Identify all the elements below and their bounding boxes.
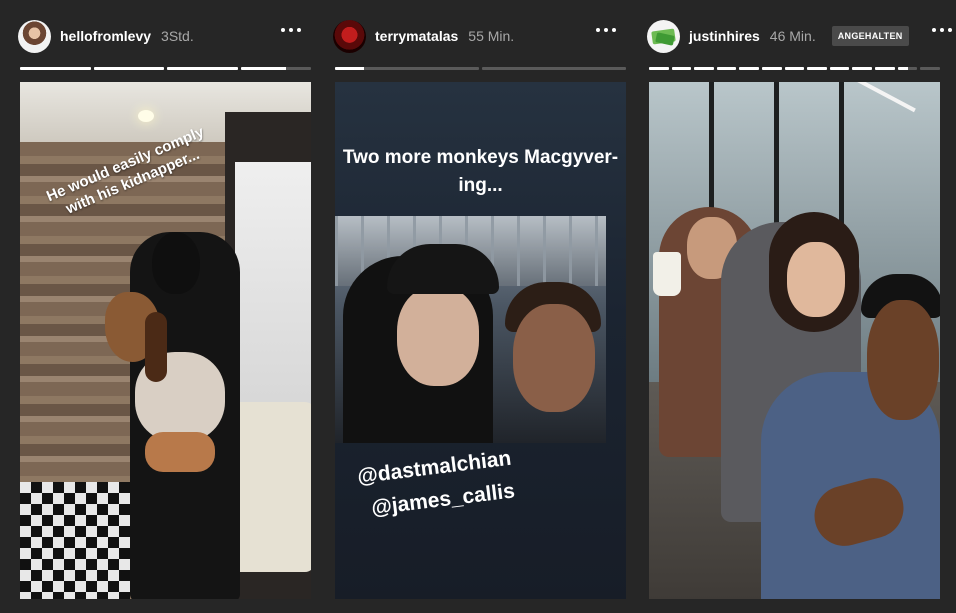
story-progress bbox=[335, 67, 626, 70]
progress-segment bbox=[240, 67, 311, 70]
progress-segment bbox=[762, 67, 782, 70]
progress-segment bbox=[93, 67, 164, 70]
dog-image bbox=[105, 292, 225, 492]
progress-segment bbox=[20, 67, 91, 70]
mention-tag[interactable]: @james_callis bbox=[370, 479, 516, 520]
progress-segment bbox=[897, 67, 918, 70]
more-options-icon[interactable] bbox=[932, 28, 954, 34]
selfie-photo bbox=[335, 216, 606, 443]
story-card-terrymatalas[interactable]: terrymatalas 55 Min. Two more monkeys Ma… bbox=[333, 0, 628, 613]
avatar[interactable] bbox=[18, 19, 51, 53]
username[interactable]: justinhires bbox=[689, 28, 760, 44]
progress-segment bbox=[852, 67, 873, 70]
story-card-justinhires[interactable]: justinhires 46 Min. ANGEHALTEN bbox=[647, 0, 952, 613]
story-progress bbox=[20, 67, 311, 70]
progress-segment bbox=[694, 67, 714, 70]
avatar[interactable] bbox=[333, 19, 366, 53]
story-caption: Two more monkeys Macgyver-ing... bbox=[342, 147, 619, 196]
username[interactable]: terrymatalas bbox=[375, 28, 458, 44]
story-header: hellofromlevy 3Std. bbox=[18, 18, 313, 54]
story-media[interactable]: He would easily comply with his kidnappe… bbox=[20, 82, 311, 599]
story-header: terrymatalas 55 Min. bbox=[333, 18, 628, 54]
progress-segment bbox=[716, 67, 737, 70]
progress-segment bbox=[649, 67, 669, 70]
story-header: justinhires 46 Min. ANGEHALTEN bbox=[647, 18, 952, 54]
story-progress bbox=[649, 67, 940, 70]
progress-segment bbox=[167, 67, 238, 70]
progress-segment bbox=[335, 67, 479, 70]
username[interactable]: hellofromlevy bbox=[60, 28, 151, 44]
more-options-icon[interactable] bbox=[281, 28, 303, 34]
progress-segment bbox=[920, 67, 940, 70]
timestamp: 55 Min. bbox=[468, 28, 515, 44]
progress-segment bbox=[807, 67, 827, 70]
timestamp: 3Std. bbox=[161, 28, 194, 44]
progress-segment bbox=[482, 67, 626, 70]
story-card-hellofromlevy[interactable]: hellofromlevy 3Std. He would easily comp… bbox=[18, 0, 313, 613]
progress-segment bbox=[875, 67, 895, 70]
story-media[interactable]: Two more monkeys Macgyver-ing... @dastma… bbox=[335, 82, 626, 599]
avatar[interactable] bbox=[647, 19, 680, 53]
progress-segment bbox=[739, 67, 760, 70]
paused-badge: ANGEHALTEN bbox=[831, 26, 909, 46]
progress-segment bbox=[784, 67, 805, 70]
timestamp: 46 Min. bbox=[769, 28, 816, 44]
story-media[interactable] bbox=[649, 82, 940, 599]
more-options-icon[interactable] bbox=[596, 28, 618, 34]
progress-segment bbox=[829, 67, 850, 70]
progress-segment bbox=[671, 67, 692, 70]
